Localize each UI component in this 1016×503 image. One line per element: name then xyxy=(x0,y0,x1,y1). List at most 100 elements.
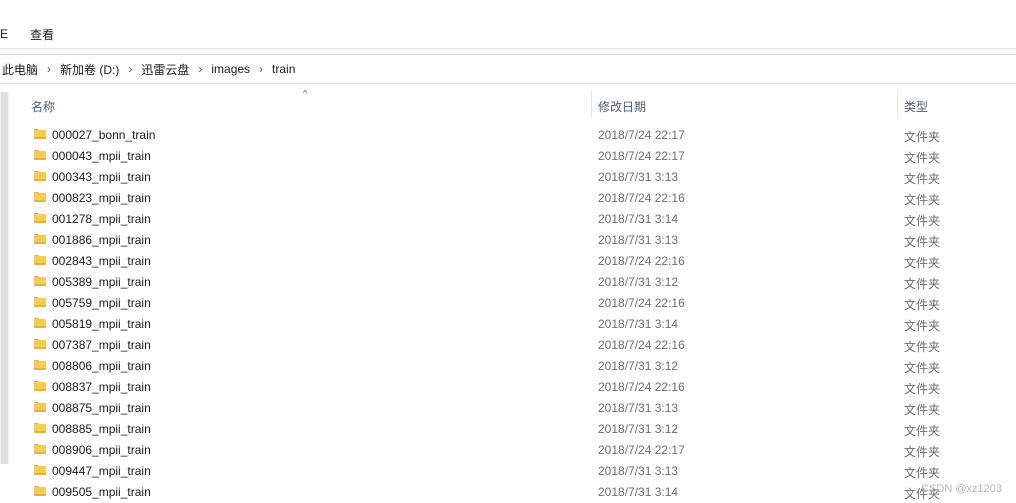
ribbon-divider xyxy=(0,48,1016,49)
file-name[interactable]: 008837_mpii_train xyxy=(52,380,151,394)
file-name[interactable]: 009505_mpii_train xyxy=(52,485,151,499)
folder-icon xyxy=(34,297,46,307)
file-modified-date: 2018/7/24 22:16 xyxy=(598,338,685,352)
file-modified-date: 2018/7/31 3:14 xyxy=(598,317,679,331)
file-modified-date: 2018/7/24 22:16 xyxy=(598,296,685,310)
chevron-right-icon[interactable]: › xyxy=(47,62,51,76)
breadcrumb: 此电脑 › 新加卷 (D:) › 迅雷云盘 › images › train xyxy=(2,61,295,77)
file-modified-date: 2018/7/31 3:14 xyxy=(598,212,679,226)
file-row[interactable]: 008875_mpii_train 2018/7/31 3:13 文件夹 xyxy=(0,398,1016,419)
file-row[interactable]: 005389_mpii_train 2018/7/31 3:12 文件夹 xyxy=(0,272,1016,293)
chevron-right-icon[interactable]: › xyxy=(128,62,132,76)
file-explorer-window: E 查看 此电脑 › 新加卷 (D:) › 迅雷云盘 › images › tr… xyxy=(0,0,1016,503)
file-row[interactable]: 008837_mpii_train 2018/7/24 22:16 文件夹 xyxy=(0,377,1016,398)
column-header-row: ^ 名称 修改日期 类型 xyxy=(0,88,1016,118)
file-name[interactable]: 002843_mpii_train xyxy=(52,254,151,268)
folder-icon xyxy=(34,234,46,244)
file-row[interactable]: 008906_mpii_train 2018/7/24 22:17 文件夹 xyxy=(0,440,1016,461)
file-type: 文件夹 xyxy=(904,382,941,396)
file-type: 文件夹 xyxy=(904,298,941,312)
file-type: 文件夹 xyxy=(904,445,941,459)
file-row[interactable]: 009447_mpii_train 2018/7/31 3:13 文件夹 xyxy=(0,461,1016,482)
file-name[interactable]: 009447_mpii_train xyxy=(52,464,151,478)
chevron-right-icon[interactable]: › xyxy=(259,62,263,76)
file-type: 文件夹 xyxy=(904,151,941,165)
tab-view[interactable]: 查看 xyxy=(30,26,54,43)
file-row[interactable]: 001886_mpii_train 2018/7/31 3:13 文件夹 xyxy=(0,230,1016,251)
file-row[interactable]: 009505_mpii_train 2018/7/31 3:14 文件夹 xyxy=(0,482,1016,503)
file-name[interactable]: 008875_mpii_train xyxy=(52,401,151,415)
folder-icon xyxy=(34,402,46,412)
file-row[interactable]: 000343_mpii_train 2018/7/31 3:13 文件夹 xyxy=(0,167,1016,188)
column-divider[interactable] xyxy=(897,90,898,118)
breadcrumb-item-images[interactable]: images xyxy=(211,62,250,76)
address-bar[interactable]: 此电脑 › 新加卷 (D:) › 迅雷云盘 › images › train xyxy=(0,55,1016,84)
file-name[interactable]: 007387_mpii_train xyxy=(52,338,151,352)
folder-icon xyxy=(34,465,46,475)
file-type: 文件夹 xyxy=(904,424,941,438)
file-row[interactable]: 002843_mpii_train 2018/7/24 22:16 文件夹 xyxy=(0,251,1016,272)
file-modified-date: 2018/7/31 3:13 xyxy=(598,401,679,415)
file-modified-date: 2018/7/24 22:16 xyxy=(598,380,685,394)
file-row[interactable]: 001278_mpii_train 2018/7/31 3:14 文件夹 xyxy=(0,209,1016,230)
file-type: 文件夹 xyxy=(904,403,941,417)
file-name[interactable]: 000343_mpii_train xyxy=(52,170,151,184)
folder-icon xyxy=(34,486,46,496)
folder-icon xyxy=(34,255,46,265)
file-modified-date: 2018/7/24 22:17 xyxy=(598,443,685,457)
file-name[interactable]: 008806_mpii_train xyxy=(52,359,151,373)
file-row[interactable]: 005759_mpii_train 2018/7/24 22:16 文件夹 xyxy=(0,293,1016,314)
file-name[interactable]: 000043_mpii_train xyxy=(52,149,151,163)
file-type: 文件夹 xyxy=(904,235,941,249)
folder-icon xyxy=(34,339,46,349)
file-modified-date: 2018/7/31 3:12 xyxy=(598,422,679,436)
file-name[interactable]: 000027_bonn_train xyxy=(52,128,155,142)
file-name[interactable]: 001886_mpii_train xyxy=(52,233,151,247)
file-row[interactable]: 005819_mpii_train 2018/7/31 3:14 文件夹 xyxy=(0,314,1016,335)
folder-icon xyxy=(34,276,46,286)
file-type: 文件夹 xyxy=(904,277,941,291)
file-row[interactable]: 000027_bonn_train 2018/7/24 22:17 文件夹 xyxy=(0,125,1016,146)
folder-icon xyxy=(34,360,46,370)
file-modified-date: 2018/7/31 3:13 xyxy=(598,170,679,184)
file-row[interactable]: 007387_mpii_train 2018/7/24 22:16 文件夹 xyxy=(0,335,1016,356)
column-divider[interactable] xyxy=(591,90,592,118)
file-name[interactable]: 008885_mpii_train xyxy=(52,422,151,436)
file-name[interactable]: 005819_mpii_train xyxy=(52,317,151,331)
folder-icon xyxy=(34,192,46,202)
file-modified-date: 2018/7/31 3:13 xyxy=(598,233,679,247)
breadcrumb-item-train[interactable]: train xyxy=(272,62,295,76)
column-header-modified[interactable]: 修改日期 xyxy=(598,98,646,115)
file-row[interactable]: 000823_mpii_train 2018/7/24 22:16 文件夹 xyxy=(0,188,1016,209)
folder-icon xyxy=(34,423,46,433)
file-type: 文件夹 xyxy=(904,193,941,207)
file-name[interactable]: 008906_mpii_train xyxy=(52,443,151,457)
watermark: CSDN @xz1203 xyxy=(921,483,1002,495)
folder-icon xyxy=(34,318,46,328)
breadcrumb-item-this-pc[interactable]: 此电脑 xyxy=(2,61,38,78)
file-type: 文件夹 xyxy=(904,340,941,354)
file-name[interactable]: 000823_mpii_train xyxy=(52,191,151,205)
file-type: 文件夹 xyxy=(904,172,941,186)
file-modified-date: 2018/7/31 3:14 xyxy=(598,485,679,499)
folder-icon xyxy=(34,381,46,391)
file-type: 文件夹 xyxy=(904,130,941,144)
breadcrumb-item-xunlei[interactable]: 迅雷云盘 xyxy=(141,61,189,78)
file-name[interactable]: 005389_mpii_train xyxy=(52,275,151,289)
folder-icon xyxy=(34,150,46,160)
file-row[interactable]: 008806_mpii_train 2018/7/31 3:12 文件夹 xyxy=(0,356,1016,377)
column-header-type[interactable]: 类型 xyxy=(904,98,928,115)
column-header-name[interactable]: 名称 xyxy=(31,98,55,115)
ribbon-tab-partial[interactable]: E xyxy=(0,27,8,41)
breadcrumb-item-drive-d[interactable]: 新加卷 (D:) xyxy=(60,61,119,78)
file-name[interactable]: 001278_mpii_train xyxy=(52,212,151,226)
file-row[interactable]: 008885_mpii_train 2018/7/31 3:12 文件夹 xyxy=(0,419,1016,440)
chevron-right-icon[interactable]: › xyxy=(198,62,202,76)
file-modified-date: 2018/7/31 3:12 xyxy=(598,275,679,289)
file-row[interactable]: 000043_mpii_train 2018/7/24 22:17 文件夹 xyxy=(0,146,1016,167)
file-type: 文件夹 xyxy=(904,361,941,375)
file-modified-date: 2018/7/24 22:17 xyxy=(598,128,685,142)
file-list: 000027_bonn_train 2018/7/24 22:17 文件夹 00004… xyxy=(0,125,1016,503)
folder-icon xyxy=(34,444,46,454)
file-name[interactable]: 005759_mpii_train xyxy=(52,296,151,310)
